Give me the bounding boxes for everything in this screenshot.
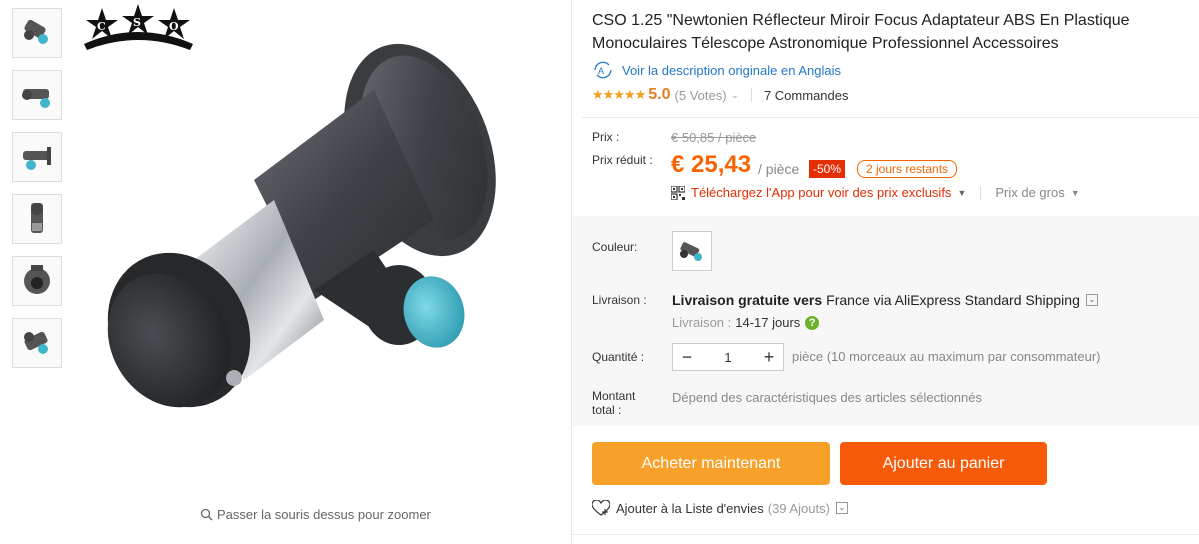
reduced-price-label: Prix réduit : — [592, 153, 653, 167]
shipping-destination: France via AliExpress Standard Shipping — [826, 292, 1080, 308]
caret-down-icon[interactable]: ▼ — [1071, 188, 1080, 198]
add-to-cart-button[interactable]: Ajouter au panier — [840, 442, 1047, 485]
price-label: Prix : — [592, 130, 620, 144]
color-label: Couleur: — [592, 240, 638, 254]
thumbnail-2[interactable] — [12, 70, 62, 120]
color-option[interactable] — [672, 231, 712, 271]
magnifier-icon — [200, 508, 213, 521]
rating-bar: ★★★★★ 5.0 (5 Votes) ⌄ 7 Commandes — [592, 86, 849, 104]
qr-code-icon — [671, 185, 685, 200]
total-label-line1: Montant — [592, 389, 636, 403]
chevron-down-icon[interactable]: ⌄ — [835, 502, 848, 514]
rating-score: 5.0 — [648, 86, 671, 103]
thumbnail-4[interactable] — [12, 194, 62, 244]
quantity-decrease-button[interactable]: − — [673, 347, 701, 368]
separator — [980, 185, 982, 200]
product-variant-image — [680, 242, 702, 261]
total-label-line2: total : — [592, 403, 622, 417]
column-divider — [571, 0, 572, 544]
delivery-time: Livraison : 14-17 jours ? — [672, 315, 820, 330]
separator — [750, 88, 752, 102]
quantity-input[interactable] — [701, 348, 755, 366]
product-title: CSO 1.25 "Newtonien Réflecteur Miroir Fo… — [592, 12, 1130, 52]
votes-count[interactable]: (5 Votes) — [675, 88, 727, 103]
chevron-down-icon[interactable]: ⌄ — [1085, 294, 1098, 306]
free-shipping-text: Livraison gratuite vers — [672, 292, 823, 308]
delivery-label: Livraison : — [672, 315, 732, 330]
wishlist-link[interactable]: Ajouter à la Liste d'envies (39 Ajouts) … — [592, 500, 848, 516]
thumbnail-strip — [12, 8, 64, 380]
app-promo-text[interactable]: Téléchargez l'App pour voir des prix exc… — [691, 185, 951, 200]
shipping-label: Livraison : — [592, 293, 647, 307]
divider — [582, 117, 1199, 118]
current-price: € 25,43 — [671, 151, 752, 178]
translate-link-text[interactable]: Voir la description originale en Anglais — [622, 63, 841, 78]
wishlist-text[interactable]: Ajouter à la Liste d'envies — [616, 501, 764, 516]
discount-badge: -50% — [809, 160, 846, 178]
zoom-hint: Passer la souris dessus pour zoomer — [200, 507, 431, 522]
chevron-down-icon[interactable]: ⌄ — [731, 90, 739, 101]
heart-icon — [592, 500, 610, 516]
zoom-hint-text: Passer la souris dessus pour zoomer — [217, 507, 431, 522]
translate-icon: A — [594, 61, 612, 79]
product-main-image[interactable] — [74, 0, 568, 500]
star-rating-icon: ★★★★★ — [592, 87, 646, 102]
delivery-days: 14-17 jours — [735, 315, 801, 330]
price-unit: / pièce — [758, 161, 800, 177]
shipping-method[interactable]: Livraison gratuite vers France via AliEx… — [672, 292, 1098, 308]
bulk-price-link[interactable]: Prix de gros — [995, 185, 1064, 200]
quantity-stepper: − + — [672, 343, 784, 371]
quantity-label: Quantité : — [592, 350, 645, 364]
translate-link[interactable]: A Voir la description originale en Angla… — [592, 61, 841, 79]
app-promo[interactable]: Téléchargez l'App pour voir des prix exc… — [671, 185, 1080, 200]
thumbnail-1[interactable] — [12, 8, 62, 58]
caret-down-icon[interactable]: ▼ — [957, 188, 966, 198]
total-note: Dépend des caractéristiques des articles… — [672, 390, 983, 405]
thumbnail-3[interactable] — [12, 132, 62, 182]
buy-now-button[interactable]: Acheter maintenant — [592, 442, 830, 485]
orders-count: 7 Commandes — [763, 87, 849, 103]
svg-text:A: A — [598, 66, 604, 76]
help-icon[interactable]: ? — [805, 315, 820, 330]
thumbnail-6[interactable] — [12, 318, 62, 368]
days-left-badge: 2 jours restants — [857, 160, 958, 178]
quantity-hint: pièce (10 morceaux au maximum par consom… — [792, 349, 1101, 364]
thumbnail-5[interactable] — [12, 256, 62, 306]
divider — [572, 534, 1199, 535]
quantity-increase-button[interactable]: + — [755, 347, 783, 368]
original-price: € 50,85 / pièce — [671, 130, 757, 145]
wishlist-count: (39 Ajouts) — [767, 500, 830, 516]
